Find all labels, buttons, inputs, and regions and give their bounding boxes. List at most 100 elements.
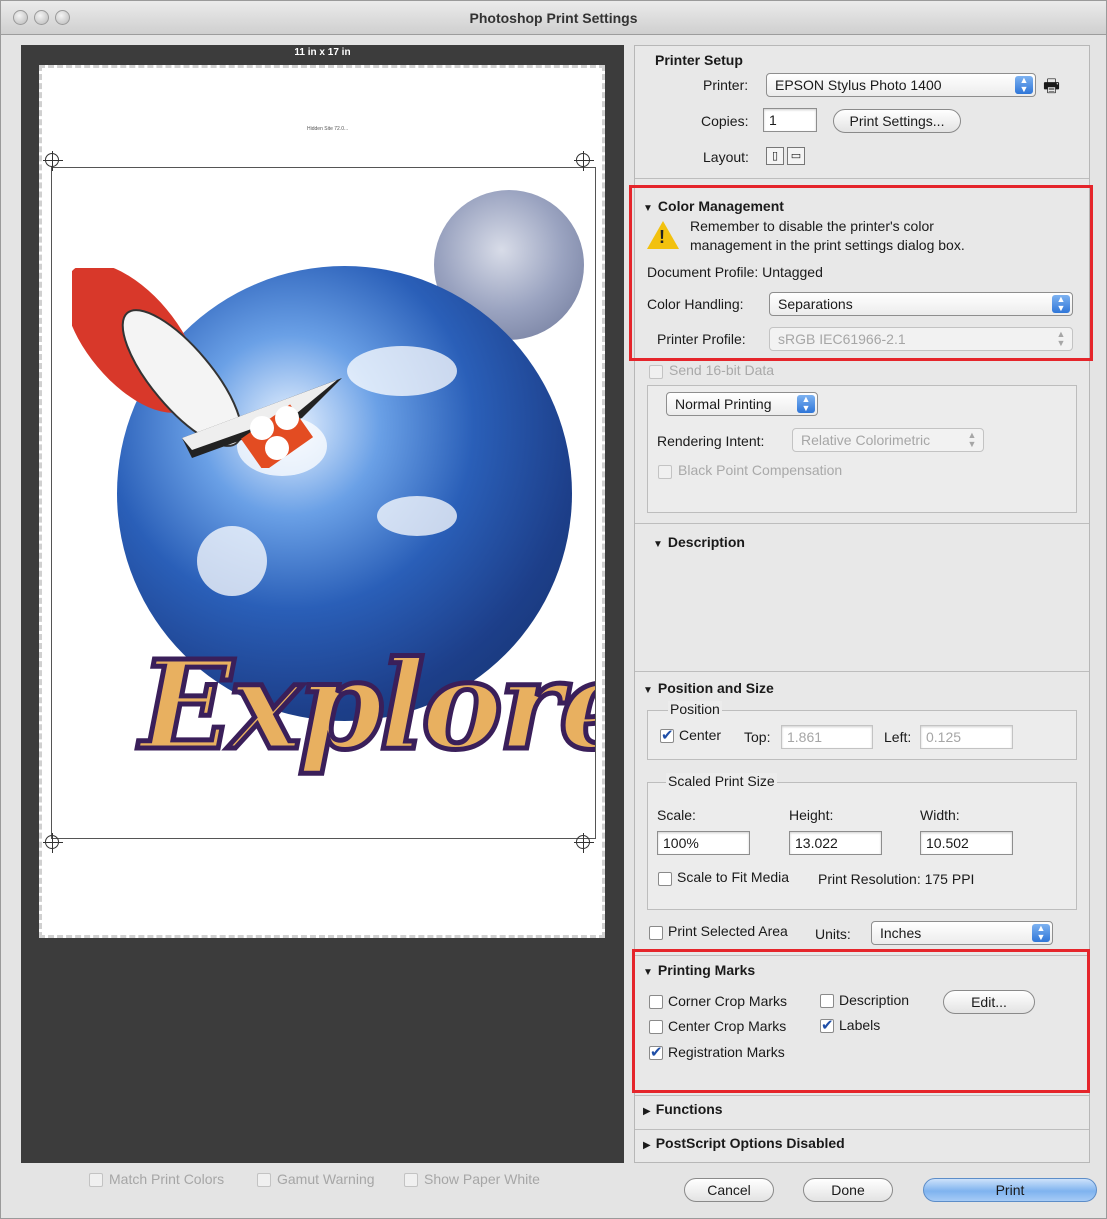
gamut-warning-label: Gamut Warning (277, 1171, 375, 1187)
explore-artwork-text: Explore (138, 631, 596, 780)
normal-printing-value: Normal Printing (675, 396, 772, 412)
width-input[interactable]: 10.502 (920, 831, 1013, 855)
settings-panel[interactable]: Printer Setup Printer: EPSON Stylus Phot… (634, 45, 1090, 1163)
disclosure-triangle-icon: ▶ (643, 1140, 651, 1151)
postscript-section: ▶ PostScript Options Disabled (635, 1130, 1089, 1164)
postscript-title[interactable]: ▶ PostScript Options Disabled (643, 1135, 845, 1151)
copies-input[interactable]: 1 (763, 108, 817, 132)
disclosure-triangle-icon: ▼ (643, 685, 653, 696)
copies-label: Copies: (701, 113, 749, 129)
units-select[interactable]: Inches ▲ ▼ (871, 921, 1053, 945)
position-group: Position Center Top: 1.861 Left: 0.125 (647, 701, 1077, 760)
print-resolution-text: Print Resolution: 175 PPI (818, 871, 975, 887)
send-16bit-label: Send 16-bit Data (669, 362, 775, 378)
print-selected-area-label: Print Selected Area (668, 923, 788, 939)
printing-marks-title[interactable]: ▼ Printing Marks (643, 962, 755, 978)
width-label: Width: (920, 807, 960, 823)
gamut-warning-checkbox[interactable] (257, 1173, 271, 1187)
printer-label: Printer: (703, 77, 749, 93)
center-crop-marks-label: Center Crop Marks (668, 1018, 787, 1034)
match-print-colors-checkbox[interactable] (89, 1173, 103, 1187)
updown-arrows-icon: ▲ ▼ (1032, 924, 1050, 942)
print-button[interactable]: Print (923, 1178, 1097, 1202)
color-handling-label: Color Handling: (647, 296, 744, 312)
warning-icon: ! (647, 221, 679, 249)
layout-label: Layout: (703, 149, 749, 165)
rendering-intent-value: Relative Colorimetric (801, 432, 931, 448)
printer-setup-title: Printer Setup (655, 52, 743, 68)
printing-marks-section: ▼ Printing Marks Corner Crop Marks Center… (635, 956, 1089, 1096)
scale-to-fit-checkbox[interactable] (658, 872, 672, 886)
color-management-title[interactable]: ▼ Color Management (643, 198, 784, 214)
scale-input[interactable]: 100% (657, 831, 750, 855)
position-group-label: Position (668, 701, 722, 717)
rendering-group: Normal Printing ▲ ▼ Rendering Intent: Rel… (647, 385, 1077, 513)
left-label: Left: (884, 729, 912, 745)
printer-select[interactable]: EPSON Stylus Photo 1400 ▲ ▼ (766, 73, 1036, 97)
rendering-intent-select[interactable]: Relative Colorimetric ▲ ▼ (792, 428, 984, 452)
registration-marks-checkbox[interactable] (649, 1043, 663, 1061)
send-16bit-checkbox[interactable] (649, 365, 663, 379)
registration-mark-icon (43, 151, 63, 171)
registration-mark-icon (574, 833, 594, 853)
printer-profile-select[interactable]: sRGB IEC61966-2.1 ▲ ▼ (769, 327, 1073, 351)
scaled-print-size-group: Scaled Print Size Scale: 100% Height: 13… (647, 773, 1077, 910)
updown-arrows-icon: ▲ ▼ (797, 395, 815, 413)
color-handling-select[interactable]: Separations ▲ ▼ (769, 292, 1073, 316)
left-input[interactable]: 0.125 (920, 725, 1013, 749)
position-size-title-text: Position and Size (657, 680, 774, 696)
description-mark-checkbox[interactable] (820, 994, 834, 1008)
registration-marks-label: Registration Marks (668, 1044, 785, 1060)
normal-printing-select[interactable]: Normal Printing ▲ ▼ (666, 392, 818, 416)
printer-profile-value: sRGB IEC61966-2.1 (778, 331, 906, 347)
labels-checkbox[interactable] (820, 1016, 834, 1034)
position-size-title[interactable]: ▼ Position and Size (643, 680, 774, 696)
labels-label: Labels (839, 1017, 881, 1033)
show-paper-white-label: Show Paper White (424, 1171, 540, 1187)
functions-title[interactable]: ▶ Functions (643, 1101, 723, 1117)
color-management-section: ▼ Color Management ! Remember to disable … (635, 179, 1089, 524)
center-checkbox[interactable] (660, 726, 674, 744)
height-input[interactable]: 13.022 (789, 831, 882, 855)
printing-marks-title-text: Printing Marks (657, 962, 756, 978)
match-print-colors-label: Match Print Colors (109, 1171, 225, 1187)
center-crop-marks-checkbox[interactable] (649, 1020, 663, 1034)
done-button[interactable]: Done (803, 1178, 893, 1202)
black-point-label: Black Point Compensation (678, 462, 843, 478)
corner-crop-marks-checkbox[interactable] (649, 995, 663, 1009)
print-selected-area-checkbox[interactable] (649, 926, 663, 940)
print-settings-button[interactable]: Print Settings... (833, 109, 961, 133)
rendering-intent-label: Rendering Intent: (657, 433, 765, 449)
postscript-title-text: PostScript Options Disabled (655, 1135, 845, 1151)
functions-section: ▶ Functions (635, 1096, 1089, 1130)
portrait-layout-icon[interactable]: ▯ (766, 147, 784, 165)
description-title[interactable]: ▼ Description (653, 534, 745, 550)
warning-line-1: Remember to disable the printer's color (690, 218, 934, 234)
image-preview[interactable]: Explore (51, 167, 596, 839)
color-handling-value: Separations (778, 296, 853, 312)
printer-profile-label: Printer Profile: (657, 331, 746, 347)
disclosure-triangle-icon: ▼ (643, 967, 653, 978)
edit-button[interactable]: Edit... (943, 990, 1035, 1014)
registration-mark-icon (574, 151, 594, 171)
printer-setup-section: Printer Setup Printer: EPSON Stylus Phot… (635, 46, 1089, 179)
paper-size-label: 11 in x 17 in (294, 47, 351, 58)
scaled-print-size-label: Scaled Print Size (666, 773, 777, 789)
show-paper-white-checkbox[interactable] (404, 1173, 418, 1187)
warning-line-2: management in the print settings dialog … (690, 237, 965, 253)
cancel-button[interactable]: Cancel (684, 1178, 774, 1202)
print-settings-window: Photoshop Print Settings 11 in x 17 in H… (0, 0, 1107, 1219)
updown-arrows-icon: ▲ ▼ (1052, 295, 1070, 313)
printer-options-icon[interactable]: 🖶 (1043, 74, 1060, 104)
title-bar[interactable]: Photoshop Print Settings (1, 1, 1106, 35)
landscape-layout-icon[interactable]: ▭ (787, 147, 805, 165)
print-preview: 11 in x 17 in Hidden Site 72.0... Explor… (21, 45, 624, 1163)
window-title: Photoshop Print Settings (469, 10, 638, 26)
disclosure-triangle-icon: ▼ (643, 203, 653, 214)
color-management-title-text: Color Management (657, 198, 784, 214)
top-input[interactable]: 1.861 (781, 725, 873, 749)
description-title-text: Description (667, 534, 745, 550)
units-value: Inches (880, 925, 922, 941)
disclosure-triangle-icon: ▼ (653, 539, 663, 550)
black-point-checkbox[interactable] (658, 465, 672, 479)
